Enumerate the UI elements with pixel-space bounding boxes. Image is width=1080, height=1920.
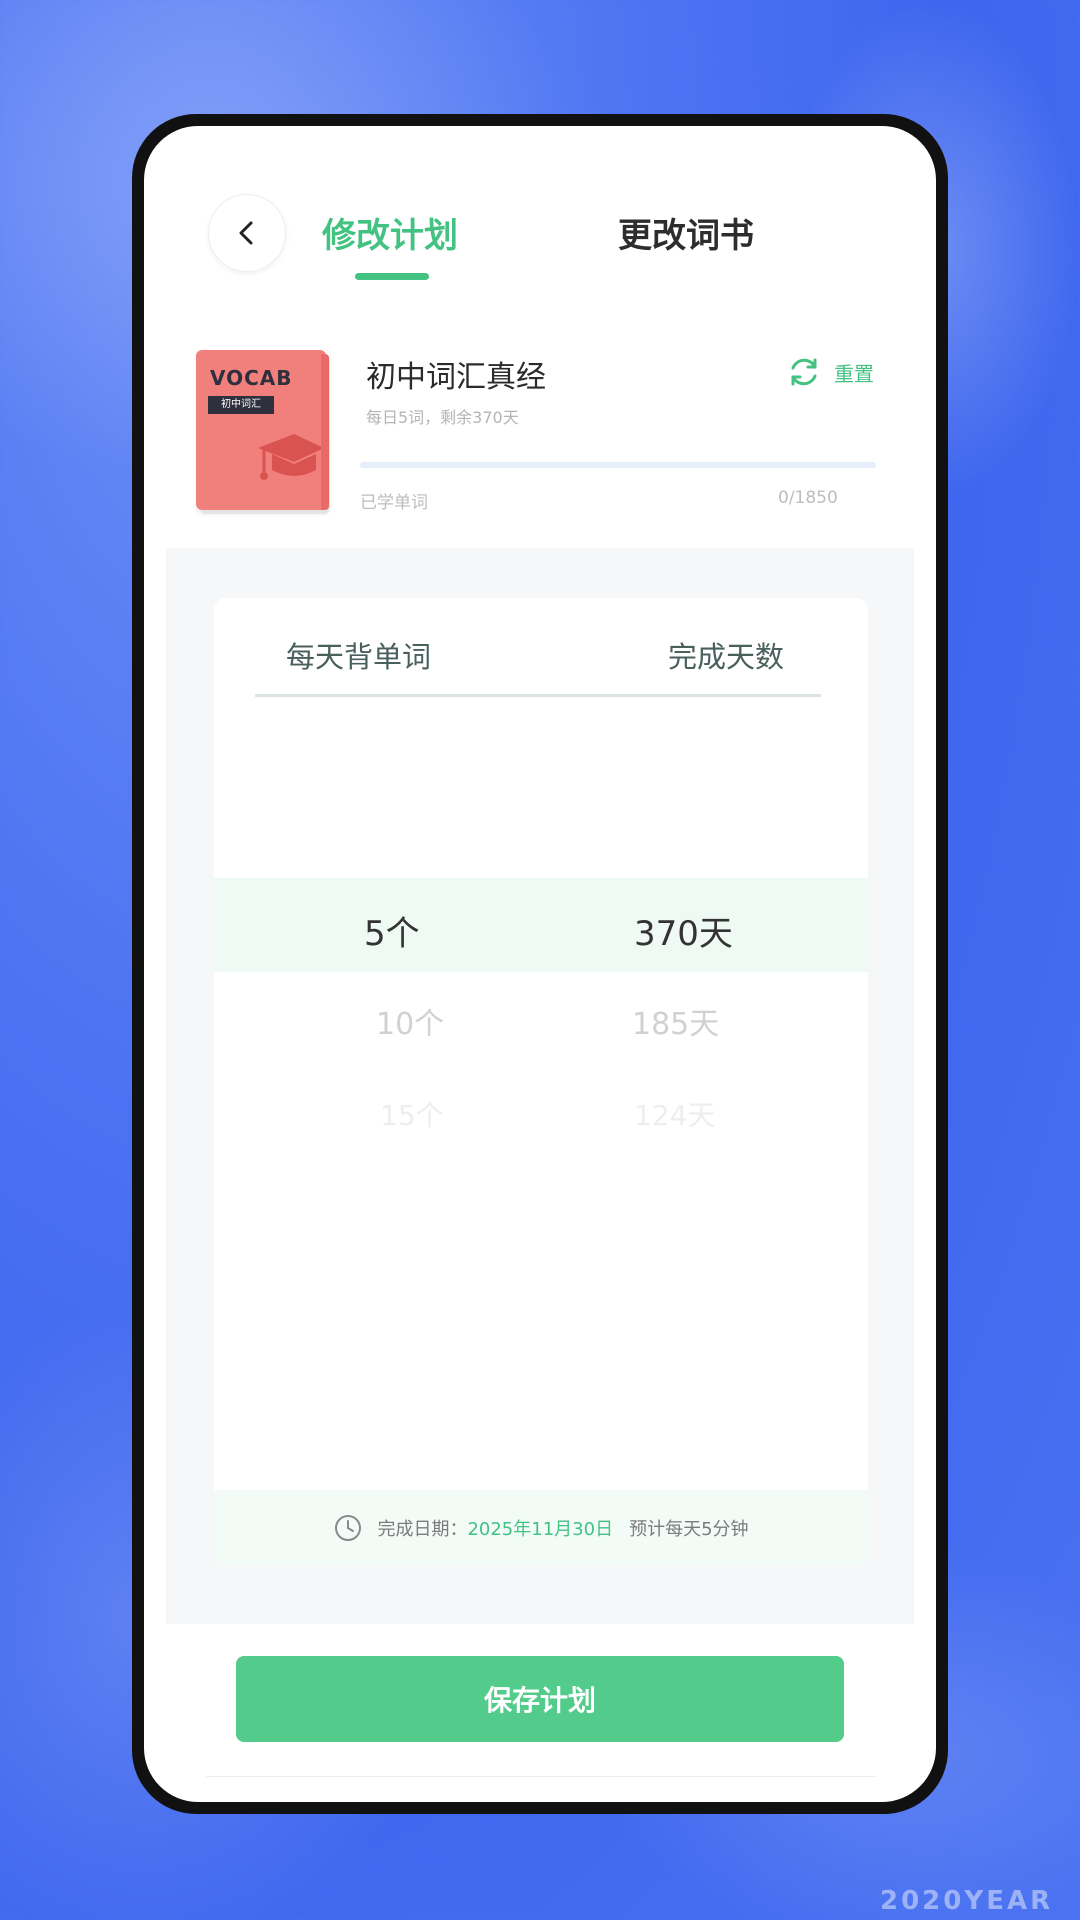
learned-words-count: 0/1850 [778, 488, 838, 508]
words-option[interactable]: 10个 [376, 999, 444, 1043]
plan-picker-card [214, 598, 868, 1566]
back-button[interactable] [208, 194, 286, 272]
reset-button[interactable]: 重置 [786, 354, 874, 390]
bottom-divider [206, 1776, 876, 1777]
clock-icon [335, 1515, 362, 1541]
picker-header-divider [255, 694, 821, 697]
words-per-day-header: 每天背单词 [286, 640, 432, 674]
refresh-icon [791, 358, 817, 386]
daily-time-estimate: 预计每天5分钟 [629, 1519, 749, 1540]
chevron-left-icon [239, 221, 253, 245]
book-cover: VOCAB 初中词汇 [196, 350, 326, 510]
words-option[interactable]: 15个 [380, 1094, 444, 1134]
learning-progress-bar [360, 462, 876, 468]
active-tab-indicator [355, 273, 429, 280]
book-cover-title: VOCAB [210, 366, 293, 390]
picker-selected-row [214, 878, 868, 972]
days-option[interactable]: 185天 [632, 999, 719, 1043]
book-title: 初中词汇真经 [366, 360, 546, 395]
learned-words-label: 已学单词 [360, 493, 428, 513]
phone-frame: 修改计划 更改词书 VOCAB 初中词汇 初中词汇真经 每日5词，剩余370天 … [132, 114, 948, 1814]
words-option-selected[interactable]: 5个 [364, 906, 420, 955]
graduation-cap-icon [258, 434, 324, 480]
phone-screen: 修改计划 更改词书 VOCAB 初中词汇 初中词汇真经 每日5词，剩余370天 … [144, 126, 936, 1802]
save-plan-button[interactable]: 保存计划 [236, 1656, 844, 1742]
reset-label: 重置 [834, 361, 874, 386]
watermark: 2020YEAR [880, 1886, 1054, 1916]
days-option[interactable]: 124天 [634, 1094, 715, 1134]
completion-days-header: 完成天数 [668, 640, 785, 674]
days-option-selected[interactable]: 370天 [634, 906, 733, 955]
tab-edit-plan[interactable]: 修改计划 [322, 208, 458, 257]
completion-date-label: 完成日期： [377, 1519, 468, 1540]
tab-change-book[interactable]: 更改词书 [618, 208, 754, 257]
book-cover-tag: 初中词汇 [208, 396, 274, 414]
completion-date: 2025年11月30日 [467, 1519, 614, 1540]
book-plan-summary: 每日5词，剩余370天 [366, 408, 519, 427]
book-spine [321, 354, 329, 510]
completion-summary: 完成日期： 2025年11月30日 预计每天5分钟 [214, 1490, 868, 1566]
